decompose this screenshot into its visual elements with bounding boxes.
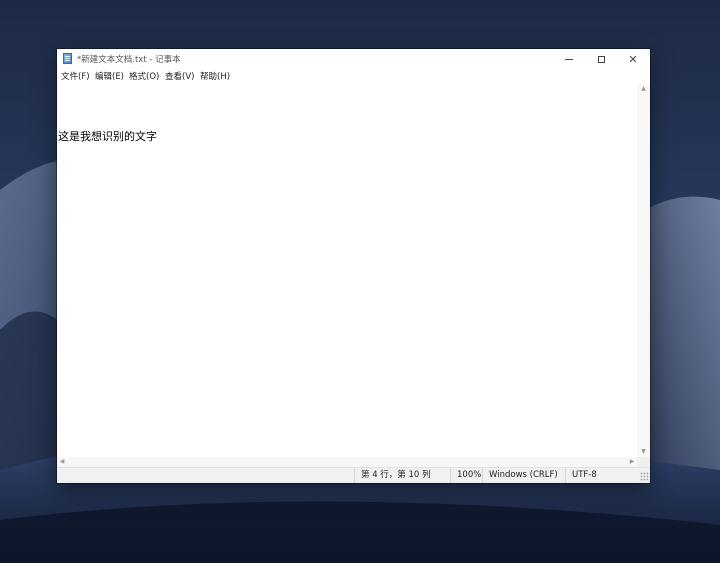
text-encoding: UTF-8: [565, 468, 640, 483]
notepad-icon: [63, 53, 72, 64]
close-button[interactable]: ✕: [617, 49, 649, 69]
close-icon: ✕: [628, 52, 638, 66]
scroll-left-arrow[interactable]: ◀: [57, 457, 67, 467]
text-edit-area[interactable]: 这是我想识别的文字: [57, 84, 637, 457]
vertical-scrollbar[interactable]: ▲ ▼: [637, 84, 650, 457]
zoom-level: 100%: [450, 468, 482, 483]
minimize-icon: [565, 58, 573, 60]
line-ending: Windows (CRLF): [482, 468, 565, 483]
title-bar[interactable]: *新建文本文档.txt - 记事本 ✕: [57, 49, 650, 69]
maximize-icon: [597, 55, 605, 63]
menu-edit[interactable]: 编辑(E): [95, 70, 124, 82]
scroll-right-arrow[interactable]: ▶: [627, 457, 637, 467]
horizontal-scrollbar[interactable]: ◀ ▶: [57, 457, 637, 467]
scroll-corner: [637, 457, 650, 467]
notepad-window: *新建文本文档.txt - 记事本 ✕ 文件(F) 编辑(E) 格式(O) 查看…: [57, 49, 650, 483]
menu-help[interactable]: 帮助(H): [200, 70, 230, 82]
maximize-button[interactable]: [585, 49, 617, 69]
menu-bar: 文件(F) 编辑(E) 格式(O) 查看(V) 帮助(H): [57, 69, 650, 84]
window-title: *新建文本文档.txt - 记事本: [77, 55, 181, 65]
resize-grip-icon[interactable]: [640, 472, 649, 481]
minimize-button[interactable]: [553, 49, 585, 69]
scroll-down-arrow[interactable]: ▼: [637, 447, 650, 457]
cursor-position: 第 4 行，第 10 列: [354, 468, 450, 483]
document-text: 这是我想识别的文字: [58, 130, 157, 143]
menu-view[interactable]: 查看(V): [165, 70, 194, 82]
scroll-up-arrow[interactable]: ▲: [637, 84, 650, 94]
status-bar: 第 4 行，第 10 列 100% Windows (CRLF) UTF-8: [57, 467, 650, 483]
menu-file[interactable]: 文件(F): [61, 70, 90, 82]
menu-format[interactable]: 格式(O): [129, 70, 159, 82]
